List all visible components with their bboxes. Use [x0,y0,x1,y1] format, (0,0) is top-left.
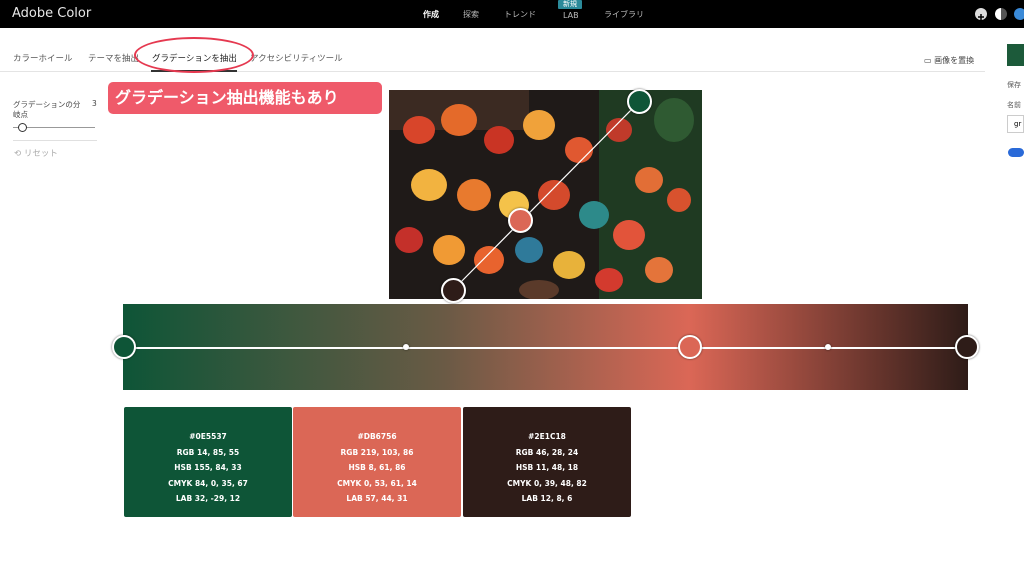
swatch-hsb: HSB 155, 84, 33 [174,463,242,472]
save-label: 保存 [1007,81,1021,89]
swatch-lab: LAB 32, -29, 12 [175,494,241,503]
nav-libraries[interactable]: ライブラリ [604,9,644,20]
lantern-photo-image [389,90,702,299]
swatch-hex: #DB6756 [357,432,397,441]
highlight-oval [134,37,254,73]
swatch-rgb: RGB 14, 85, 55 [176,447,240,457]
save-button[interactable] [1007,44,1024,66]
tab-color-wheel[interactable]: カラーホイール [13,52,73,64]
tab-extract-theme[interactable]: テーマを抽出 [88,52,139,64]
gradient-midpoint-2[interactable] [825,344,831,350]
nav-trends[interactable]: トレンド [504,9,536,20]
swatch-cmyk: CMYK 0, 39, 48, 82 [507,478,587,488]
panel-divider [13,140,97,141]
swatch-cmyk: CMYK 0, 53, 61, 14 [337,478,417,488]
nav-lab[interactable]: LAB [563,11,579,20]
swatch-hex: #2E1C18 [528,432,566,441]
swatch-hex: #0E5537 [189,432,227,441]
plus-icon[interactable] [975,8,987,20]
stops-value: 3 [92,99,97,108]
name-input[interactable]: gr [1007,115,1024,133]
new-badge: 新規 [558,0,582,9]
name-label: 名前 [1007,101,1021,109]
swatch-card[interactable]: #0E5537 RGB 14, 85, 55 HSB 155, 84, 33 C… [124,407,292,517]
replace-image-label: 画像を置換 [934,56,975,65]
stops-label-line2: 岐点 [13,110,28,119]
gradient-stop-2[interactable] [678,335,702,359]
photo-handle-middle[interactable] [508,208,533,233]
source-photo[interactable] [389,90,702,299]
reset-icon: ⟲ [14,149,22,159]
toggle-switch[interactable] [1008,148,1024,157]
gradient-midpoint-1[interactable] [403,344,409,350]
gradient-line [123,347,968,349]
reset-label: リセット [23,149,58,159]
swatch-hsb: HSB 8, 61, 86 [348,463,406,472]
swatch-card[interactable]: #2E1C18 RGB 46, 28, 24 HSB 11, 48, 18 CM… [463,407,631,517]
swatch-rgb: RGB 219, 103, 86 [340,447,414,457]
photo-handle-start[interactable] [627,89,652,114]
swatch-card[interactable]: #DB6756 RGB 219, 103, 86 HSB 8, 61, 86 C… [293,407,461,517]
annotation-callout: グラデーション抽出機能もあり [108,82,382,114]
photo-handle-end[interactable] [441,278,466,303]
replace-image-button[interactable]: ▭ 画像を置換 [924,55,974,66]
nav-explore[interactable]: 探索 [463,9,479,20]
reset-button[interactable]: ⟲ リセット [14,147,58,159]
swatch-rgb: RGB 46, 28, 24 [515,447,579,457]
top-bar: Adobe Color 作成 探索 トレンド LAB ライブラリ 新規 [0,0,1024,28]
avatar[interactable] [1014,8,1024,20]
tab-accessibility-tools[interactable]: アクセシビリティツール [250,52,343,64]
theme-toggle-icon[interactable] [995,8,1007,20]
swatch-lab: LAB 57, 44, 31 [346,494,408,503]
stops-slider-thumb[interactable] [18,123,27,132]
image-icon: ▭ [924,56,932,65]
swatch-hsb: HSB 11, 48, 18 [515,463,579,472]
swatch-lab: LAB 12, 8, 6 [521,494,573,503]
swatch-cmyk: CMYK 84, 0, 35, 67 [168,478,248,488]
gradient-stop-3[interactable] [955,335,979,359]
top-nav: 作成 探索 トレンド LAB ライブラリ [0,0,1024,28]
gradient-stop-1[interactable] [112,335,136,359]
nav-create[interactable]: 作成 [423,9,439,20]
